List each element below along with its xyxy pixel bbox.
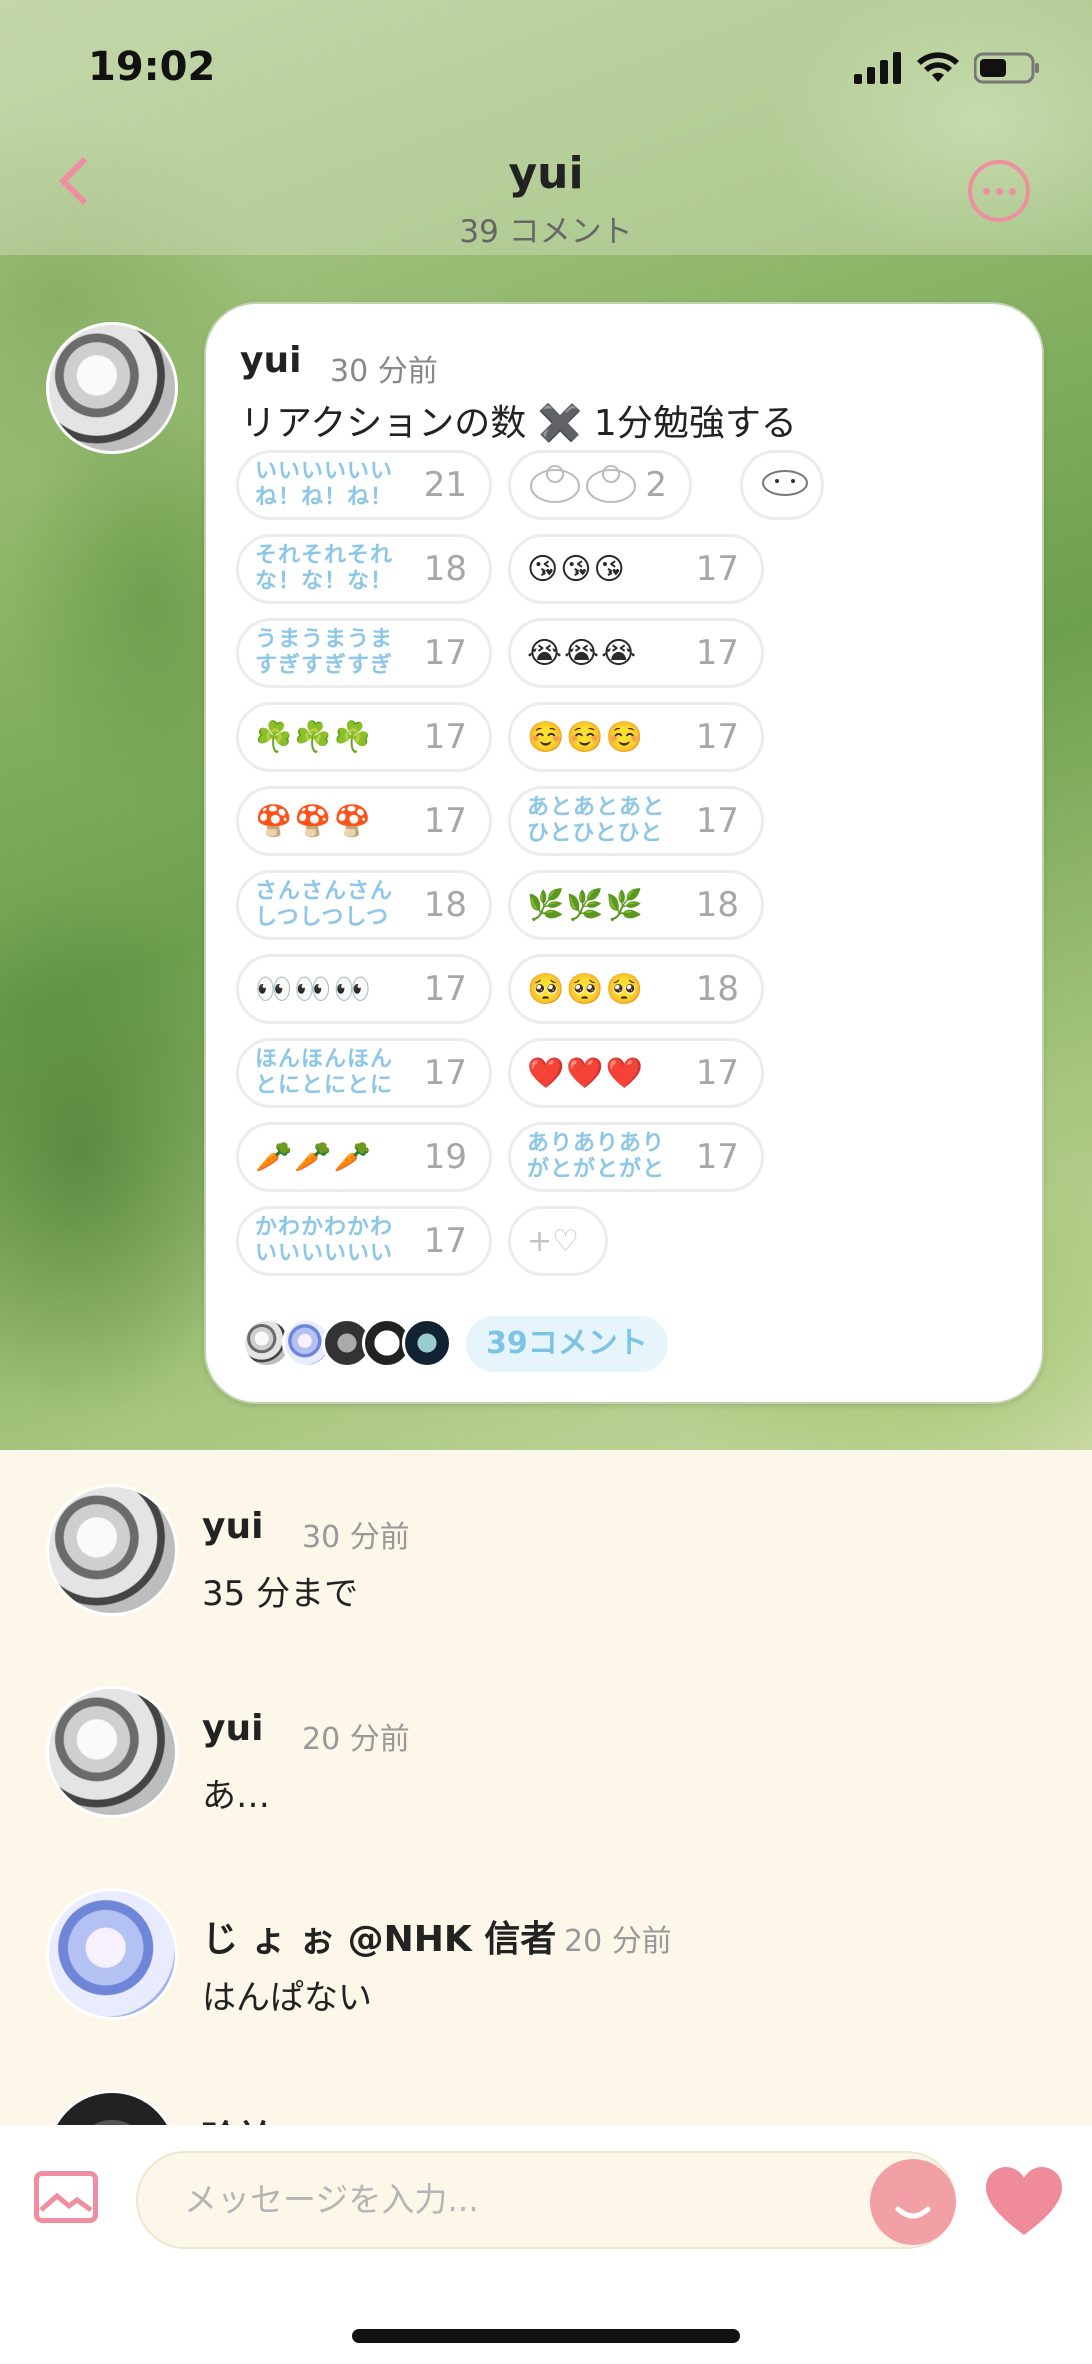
reaction-chip[interactable]: ❤️❤️❤️ 17 — [508, 1038, 764, 1108]
reaction-count: 17 — [695, 801, 739, 841]
reaction-count: 17 — [423, 1221, 467, 1261]
post-card: yui 30 分前 リアクションの数 ✖️ 1分勉強する いいいいいい ね！ね！… — [204, 302, 1044, 1404]
post-author-name: yui — [240, 340, 302, 381]
heart-icon[interactable] — [984, 2165, 1064, 2239]
reaction-label: いいいいいい ね！ね！ね！ — [255, 459, 394, 510]
reaction-chip[interactable]: 🥕🥕🥕 19 — [236, 1122, 492, 1192]
comment-text: はんぱない — [202, 1978, 372, 2018]
reaction-count: 17 — [423, 1053, 467, 1093]
smile-icon[interactable] — [870, 2159, 956, 2245]
home-indicator — [352, 2329, 740, 2343]
reaction-chip[interactable]: うまうまうま すぎすぎすぎ 17 — [236, 618, 492, 688]
reaction-chip[interactable]: それそれそれ な！な！な！ 18 — [236, 534, 492, 604]
reaction-count: 18 — [423, 549, 467, 589]
reaction-count: 17 — [423, 633, 467, 673]
reaction-emoji: ☘️☘️☘️ — [255, 719, 374, 755]
reaction-emoji: ❤️❤️❤️ — [527, 1055, 646, 1091]
image-icon[interactable] — [34, 2171, 98, 2223]
reaction-chip[interactable]: ほんほんほん とにとにとに 17 — [236, 1038, 492, 1108]
sketch-reaction-image — [527, 460, 639, 510]
reaction-chip[interactable]: ☺️☺️☺️ 17 — [508, 702, 764, 772]
reaction-count: 17 — [695, 1137, 739, 1177]
reaction-emoji: 👀👀👀 — [255, 971, 374, 1007]
comment-author: じ ょ ぉ @NHK 信者 — [202, 1919, 557, 1960]
reaction-chip[interactable]: かわかわかわ いいいいいい 17 — [236, 1206, 492, 1276]
reaction-emoji: 🍄🍄🍄 — [255, 803, 374, 839]
reaction-count: 2 — [645, 465, 667, 505]
add-reaction-label: +♡ — [527, 1223, 580, 1259]
wifi-icon — [917, 52, 959, 82]
reaction-chip[interactable]: いいいいいい ね！ね！ね！ 21 — [236, 450, 492, 520]
comment-thread: yui 30 分前 35 分まで yui 20 分前 あ… じ ょ ぉ @NHK… — [0, 1450, 1092, 2125]
reaction-chip[interactable]: あとあとあと ひとひとひと 17 — [508, 786, 764, 856]
post-text: リアクションの数 ✖️ 1分勉強する — [240, 403, 797, 444]
reaction-chip[interactable]: 😭😭😭 17 — [508, 618, 764, 688]
reaction-chip[interactable]: 🥺🥺🥺 18 — [508, 954, 764, 1024]
comment-author: 玲於 — [202, 2110, 274, 2125]
comment-time: 30 分前 — [302, 1520, 410, 1555]
reaction-label: それそれそれ な！な！な！ — [255, 543, 394, 594]
reaction-count: 17 — [423, 801, 467, 841]
comment-avatar[interactable] — [46, 2090, 178, 2125]
post-author-avatar[interactable] — [46, 322, 178, 454]
reaction-count: 17 — [423, 969, 467, 1009]
mini-avatar — [402, 1318, 452, 1368]
reaction-emoji: 🌿🌿🌿 — [527, 887, 646, 923]
battery-icon — [974, 52, 1039, 84]
comment-count-badge[interactable]: 39コメント — [466, 1316, 668, 1372]
status-time: 19:02 — [88, 44, 216, 90]
comment-time: 20 分前 — [302, 1722, 410, 1757]
reaction-label: かわかわかわ いいいいいい — [255, 1215, 394, 1266]
reaction-chip[interactable]: 🌿🌿🌿 18 — [508, 870, 764, 940]
reaction-emoji: 🥕🥕🥕 — [255, 1139, 374, 1175]
reaction-count: 17 — [695, 717, 739, 757]
sketch-reaction-image — [759, 465, 811, 505]
reaction-chip[interactable]: さんさんさん しつしつしつ 18 — [236, 870, 492, 940]
reaction-count: 17 — [695, 1053, 739, 1093]
comment-avatar[interactable] — [46, 1686, 178, 1818]
reaction-label: あとあとあと ひとひとひと — [527, 795, 666, 846]
smile-glyph — [895, 2206, 931, 2219]
image-glyph — [39, 2192, 93, 2213]
reaction-count: 17 — [695, 549, 739, 589]
reaction-label: ありありあり がとがとがと — [527, 1131, 666, 1182]
message-input[interactable]: メッセージを入力... — [136, 2151, 956, 2249]
page-title: yui — [508, 148, 584, 199]
add-reaction-button[interactable]: +♡ — [508, 1206, 608, 1276]
reaction-count: 17 — [423, 717, 467, 757]
reaction-label: ほんほんほん とにとにとに — [255, 1047, 394, 1098]
reaction-chip[interactable]: 🍄🍄🍄 17 — [236, 786, 492, 856]
reaction-emoji: 🥺🥺🥺 — [527, 971, 646, 1007]
reaction-count: 18 — [695, 885, 739, 925]
reaction-emoji: 😭😭😭 — [527, 635, 639, 671]
reaction-count: 18 — [695, 969, 739, 1009]
reaction-count: 21 — [423, 465, 467, 505]
reaction-chip[interactable] — [740, 450, 824, 520]
comment-author: yui — [202, 1506, 264, 1547]
status-icons — [854, 48, 1040, 88]
more-icon[interactable] — [968, 160, 1030, 222]
reaction-count: 17 — [695, 633, 739, 673]
reaction-label: うまうまうま すぎすぎすぎ — [255, 627, 394, 678]
reaction-chip[interactable]: ☘️☘️☘️ 17 — [236, 702, 492, 772]
comment-author: yui — [202, 1708, 264, 1749]
reaction-label: さんさんさん しつしつしつ — [255, 879, 394, 930]
reaction-emoji: ☺️☺️☺️ — [527, 719, 646, 755]
reaction-emoji: 😘😘😘 — [527, 551, 627, 587]
comment-time: 20 分前 — [302, 2116, 410, 2125]
comment-text: あ… — [202, 1776, 270, 1816]
post-time: 30 分前 — [330, 354, 438, 389]
reaction-chip[interactable]: ありありあり がとがとがと 17 — [508, 1122, 764, 1192]
comment-avatar[interactable] — [46, 1888, 178, 2020]
reaction-chip[interactable]: 👀👀👀 17 — [236, 954, 492, 1024]
comment-text: 35 分まで — [202, 1574, 359, 1614]
reaction-count: 19 — [423, 1137, 467, 1177]
page-subtitle: 39 コメント — [459, 214, 633, 250]
reaction-chip[interactable]: 😘😘😘 17 — [508, 534, 764, 604]
signal-icon — [854, 52, 901, 84]
reaction-chip[interactable]: 2 — [508, 450, 692, 520]
comment-avatar[interactable] — [46, 1484, 178, 1616]
reaction-count: 18 — [423, 885, 467, 925]
comment-time: 20 分前 — [564, 1924, 672, 1959]
